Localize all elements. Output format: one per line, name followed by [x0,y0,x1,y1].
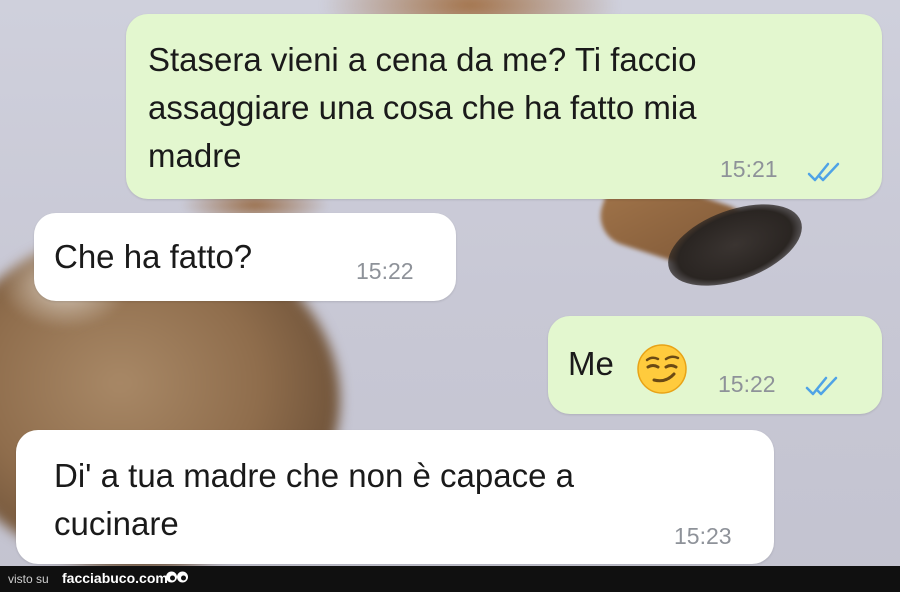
watermark-footer: visto su facciabuco.com [0,566,900,592]
eyes-logo-icon [166,571,188,583]
footer-prefix: visto su [8,572,49,586]
message-timestamp: 15:22 [718,371,776,397]
incoming-message-bubble[interactable]: Di' a tua madre che non è capace a cucin… [16,430,774,564]
message-text: Me [568,345,614,382]
message-text: Di' a tua madre che non è capace a cucin… [54,457,574,542]
message-timestamp: 15:21 [720,156,778,182]
message-text: Che ha fatto? [54,238,253,275]
message-timestamp: 15:23 [674,523,732,549]
outgoing-message-bubble[interactable]: Me 15:22 [548,316,882,414]
read-receipt-icon [805,376,838,396]
message-timestamp: 15:22 [356,258,414,284]
smirk-emoji-icon [637,344,687,394]
incoming-message-bubble[interactable]: Che ha fatto? 15:22 [34,213,456,301]
outgoing-message-bubble[interactable]: Stasera vieni a cena da me? Ti faccio as… [126,14,882,199]
footer-site-link[interactable]: facciabuco.com [62,570,168,586]
read-receipt-icon [807,162,840,182]
